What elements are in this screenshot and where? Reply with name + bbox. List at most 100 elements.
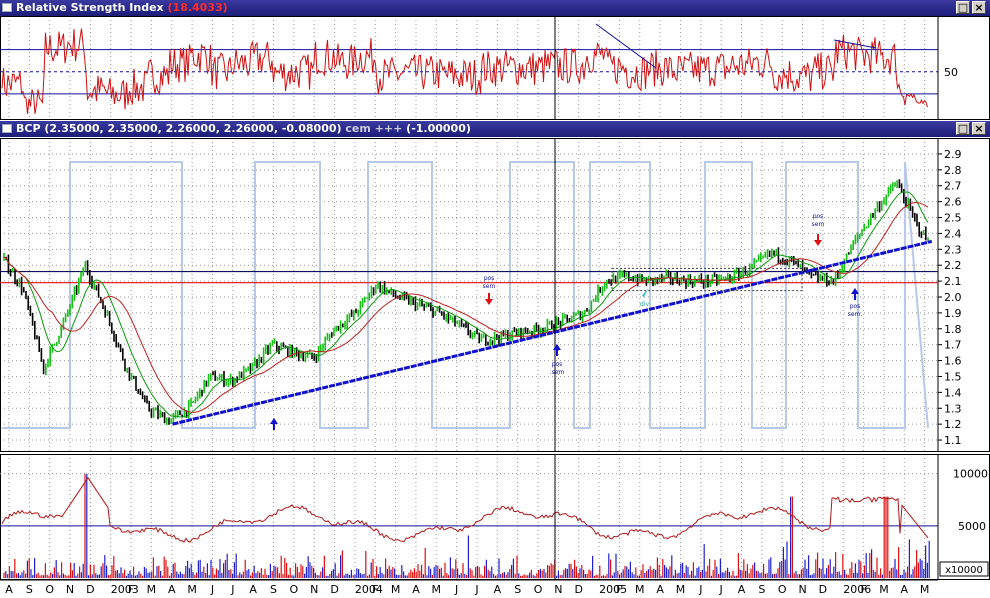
price-tick-label: 1.7 — [944, 339, 962, 352]
volume-chart: 100005000x10000A S O N D 2003F M A M J J A S O N D 2004F… — [0, 454, 990, 596]
volume-oscillator-line — [1, 476, 929, 543]
x-tick-label: M — [920, 583, 930, 596]
annotation-text: sem — [483, 283, 496, 290]
x-tick-label: A — [738, 583, 746, 596]
x-tick-label: S — [758, 583, 765, 596]
x-tick-label: A — [168, 583, 176, 596]
x-tick-label: 2006 — [843, 583, 871, 596]
price-tick-label: 2.2 — [944, 259, 962, 272]
price-tick-label: 1.4 — [944, 386, 962, 399]
price-tick-label: 1.3 — [944, 402, 962, 415]
restore-button[interactable]: □ — [956, 1, 970, 14]
buy-arrow — [553, 344, 561, 356]
indicator-value: (-1.00000) — [406, 122, 471, 135]
pane-icon — [2, 3, 12, 12]
price-tick-label: 1.9 — [944, 307, 962, 320]
rsi-line — [1, 28, 928, 114]
x-tick-label: O — [778, 583, 787, 596]
price-tick-label: 2.5 — [944, 212, 962, 225]
pane-frame — [0, 16, 990, 120]
rsi-title: Relative Strength Index — [16, 1, 164, 14]
divergence-arrow — [642, 288, 648, 297]
x-tick-label: 2004 — [355, 583, 383, 596]
x-tick-label: 2003 — [111, 583, 139, 596]
sell-arrow — [814, 234, 822, 246]
price-tick-label: 1.2 — [944, 418, 962, 431]
trendline — [172, 239, 933, 426]
x-tick-label: O — [290, 583, 299, 596]
indicator-name: cem +++ — [345, 122, 403, 135]
moving-average-slow — [3, 201, 929, 413]
x-tick-label: 2005 — [599, 583, 627, 596]
x-tick-label: A — [249, 583, 257, 596]
annotation-text: sem — [812, 221, 825, 228]
x-tick-label: A — [901, 583, 909, 596]
x-tick-label: D — [86, 583, 94, 596]
x-tick-label: D — [574, 583, 582, 596]
buy-arrow — [270, 418, 278, 430]
x-tick-label: J — [719, 583, 723, 596]
annotation-text: sem. — [848, 311, 863, 318]
restore-button[interactable]: □ — [956, 122, 970, 135]
price-tick-label: 2.6 — [944, 196, 962, 209]
price-tick-label: 1.8 — [944, 323, 962, 336]
rsi-chart: 50 — [0, 16, 990, 120]
volume-tick-label: 5000 — [958, 520, 986, 533]
price-tick-label: 1.6 — [944, 355, 962, 368]
x-tick-label: M — [147, 583, 157, 596]
x-tick-label: F — [128, 583, 134, 596]
x-tick-label: M — [187, 583, 197, 596]
x-tick-label: F — [616, 583, 622, 596]
annotation-text: .sem — [550, 369, 565, 376]
close-button[interactable]: × — [972, 1, 986, 14]
moving-average-fast — [3, 191, 929, 418]
x-tick-label: J — [474, 583, 478, 596]
x-tick-label: S — [514, 583, 521, 596]
x-tick-label: N — [310, 583, 318, 596]
close-button[interactable]: × — [972, 122, 986, 135]
x-tick-label: D — [819, 583, 827, 596]
x-tick-label: S — [26, 583, 33, 596]
annotation-text: pos — [850, 303, 861, 310]
x-tick-label: M — [676, 583, 686, 596]
price-chart: 1.1 1.2 1.3 1.4 1.5 1.6 1.7 1.8 1.9 2.0 2.1 2.2 2.3 2… — [0, 138, 990, 452]
annotation-text: pos — [813, 213, 824, 220]
pane-icon — [2, 124, 12, 133]
price-bars-down — [5, 179, 927, 425]
x-tick-label: M — [635, 583, 645, 596]
price-ohlc: (2.35000, 2.35000, 2.26000, 2.26000, -0.… — [44, 122, 342, 135]
price-tick-label: 2.3 — [944, 243, 962, 256]
sell-arrow — [485, 293, 493, 305]
annotation-text: pos — [552, 361, 563, 368]
price-tick-label: 2.7 — [944, 180, 962, 193]
x-tick-label: F — [372, 583, 378, 596]
price-tick-label: 2.9 — [944, 148, 962, 161]
x-tick-label: J — [454, 583, 458, 596]
price-bars-up — [3, 180, 929, 426]
rsi-title-bar: Relative Strength Index (18.4033) □ × — [0, 0, 990, 16]
x-tick-label: O — [45, 583, 54, 596]
x-tick-label: M — [432, 583, 442, 596]
price-tick-label: 2.8 — [944, 164, 962, 177]
x-tick-label: M — [391, 583, 401, 596]
price-title-bar: BCP (2.35000, 2.35000, 2.26000, 2.26000,… — [0, 121, 990, 137]
price-tick-label: 2.0 — [944, 291, 962, 304]
rsi-value: (18.4033) — [167, 1, 228, 14]
annotation-text: pos — [484, 275, 495, 282]
x-tick-label: A — [656, 583, 664, 596]
x-tick-label: O — [534, 583, 543, 596]
x-tick-label: N — [554, 583, 562, 596]
x-tick-label: A — [494, 583, 502, 596]
price-tick-label: 1.1 — [944, 434, 962, 447]
x-tick-label: N — [66, 583, 74, 596]
x-tick-label: N — [798, 583, 806, 596]
price-tick-label: 2.1 — [944, 275, 962, 288]
x-tick-label: A — [5, 583, 13, 596]
volume-tick-label: 10000 — [953, 468, 988, 481]
price-tick-label: 1.5 — [944, 370, 962, 383]
x-tick-label: J — [230, 583, 234, 596]
annotation-text: div — [640, 301, 649, 308]
x-tick-label: F — [860, 583, 866, 596]
rsi-divergence-line — [595, 23, 657, 69]
x-tick-label: J — [210, 583, 214, 596]
